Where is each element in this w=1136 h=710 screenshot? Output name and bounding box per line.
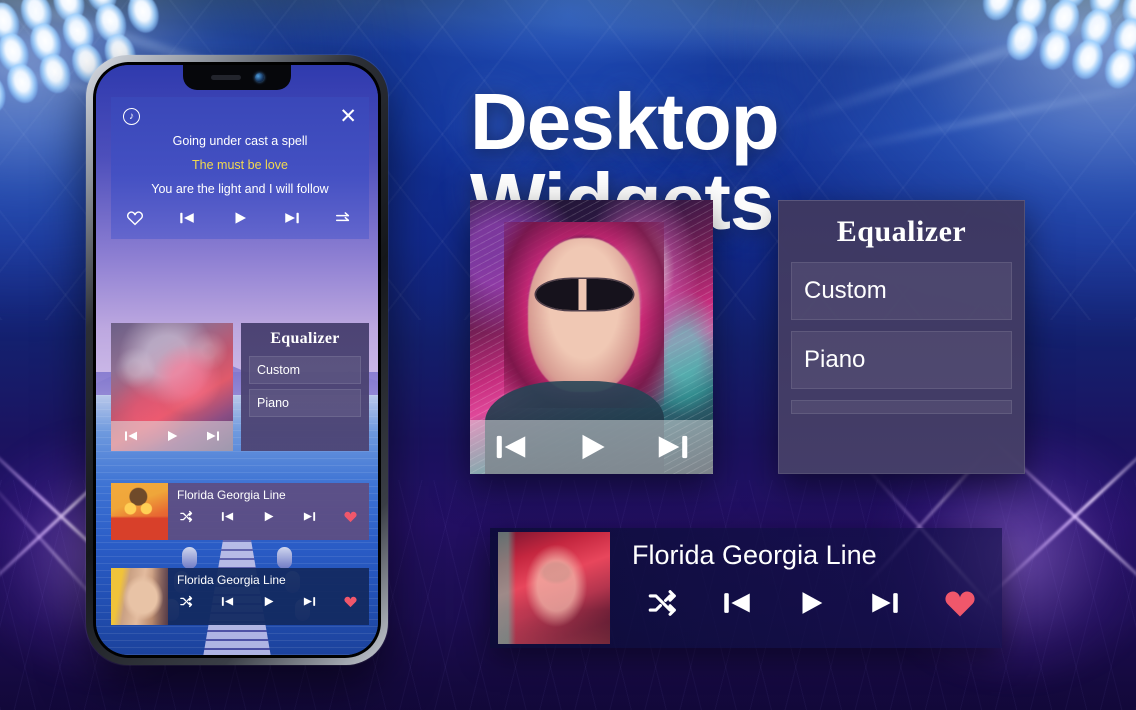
equalizer-preset-piano[interactable]: Piano <box>249 389 361 417</box>
play-icon[interactable] <box>261 594 276 609</box>
song-title: Florida Georgia Line <box>177 488 286 502</box>
phone-lyrics-widget[interactable]: ♪ ✕ Going under cast a spell The must be… <box>111 97 369 239</box>
front-camera-icon <box>254 73 264 82</box>
promo-banner: ♪ ✕ Going under cast a spell The must be… <box>0 0 1136 710</box>
skip-next-icon[interactable] <box>654 428 692 466</box>
lyric-line-1: Going under cast a spell <box>172 134 308 148</box>
play-icon[interactable] <box>164 428 180 444</box>
playlist-arrows-icon[interactable] <box>335 211 354 225</box>
phone-equalizer-widget[interactable]: Equalizer Custom Piano <box>241 323 369 451</box>
play-icon[interactable] <box>261 509 276 524</box>
equalizer-title: Equalizer <box>270 330 340 347</box>
shuffle-icon[interactable] <box>179 509 194 524</box>
album-cover <box>498 532 610 644</box>
skip-previous-icon[interactable] <box>220 509 235 524</box>
song-title: Florida Georgia Line <box>177 573 286 587</box>
heart-outline-icon[interactable] <box>126 209 144 227</box>
sunglasses-icon <box>535 279 633 310</box>
skip-next-icon[interactable] <box>205 428 221 444</box>
song-title: Florida Georgia Line <box>632 540 877 570</box>
skip-previous-icon[interactable] <box>220 594 235 609</box>
equalizer-preset-custom[interactable]: Custom <box>791 262 1012 320</box>
phone-song-widget-purple[interactable]: Florida Georgia Line <box>111 483 369 540</box>
phone-screen: ♪ ✕ Going under cast a spell The must be… <box>96 65 378 655</box>
skip-next-icon[interactable] <box>283 209 301 227</box>
shuffle-icon[interactable] <box>179 594 194 609</box>
play-icon[interactable] <box>573 428 611 466</box>
pier-piling <box>277 547 292 569</box>
heart-filled-icon[interactable] <box>343 594 358 609</box>
phone-mockup: ♪ ✕ Going under cast a spell The must be… <box>86 55 388 665</box>
portrait-face <box>528 238 641 392</box>
showcase-equalizer-widget[interactable]: Equalizer Custom Piano <box>778 200 1025 474</box>
album-thumbnail <box>111 568 168 625</box>
lyric-line-2: The must be love <box>192 158 288 172</box>
heart-filled-icon[interactable] <box>343 509 358 524</box>
pier-piling <box>182 547 197 569</box>
phone-album-art-widget[interactable] <box>111 323 233 451</box>
skip-previous-icon[interactable] <box>123 428 139 444</box>
skip-previous-icon[interactable] <box>178 209 196 227</box>
equalizer-title: Equalizer <box>836 215 967 248</box>
skip-previous-icon[interactable] <box>492 428 530 466</box>
lyric-line-3: You are the light and I will follow <box>151 182 329 196</box>
equalizer-preset-piano[interactable]: Piano <box>791 331 1012 389</box>
close-icon[interactable]: ✕ <box>339 106 357 127</box>
album-thumbnail <box>111 483 168 540</box>
showcase-now-playing-widget[interactable]: Florida Georgia Line <box>490 528 1002 648</box>
showcase-photo-widget[interactable] <box>470 200 713 474</box>
heart-filled-icon[interactable] <box>942 585 978 621</box>
play-icon[interactable] <box>794 586 828 620</box>
skip-previous-icon[interactable] <box>720 586 754 620</box>
equalizer-preset-next-partial[interactable] <box>791 400 1012 414</box>
equalizer-preset-custom[interactable]: Custom <box>249 356 361 384</box>
skip-next-icon[interactable] <box>302 594 317 609</box>
earpiece-speaker-icon <box>210 75 241 80</box>
phone-song-widget-navy[interactable]: Florida Georgia Line <box>111 568 369 625</box>
shuffle-icon[interactable] <box>646 586 680 620</box>
skip-next-icon[interactable] <box>302 509 317 524</box>
music-note-icon[interactable]: ♪ <box>123 108 140 125</box>
play-icon[interactable] <box>231 209 249 227</box>
skip-next-icon[interactable] <box>868 586 902 620</box>
phone-notch <box>183 65 291 90</box>
